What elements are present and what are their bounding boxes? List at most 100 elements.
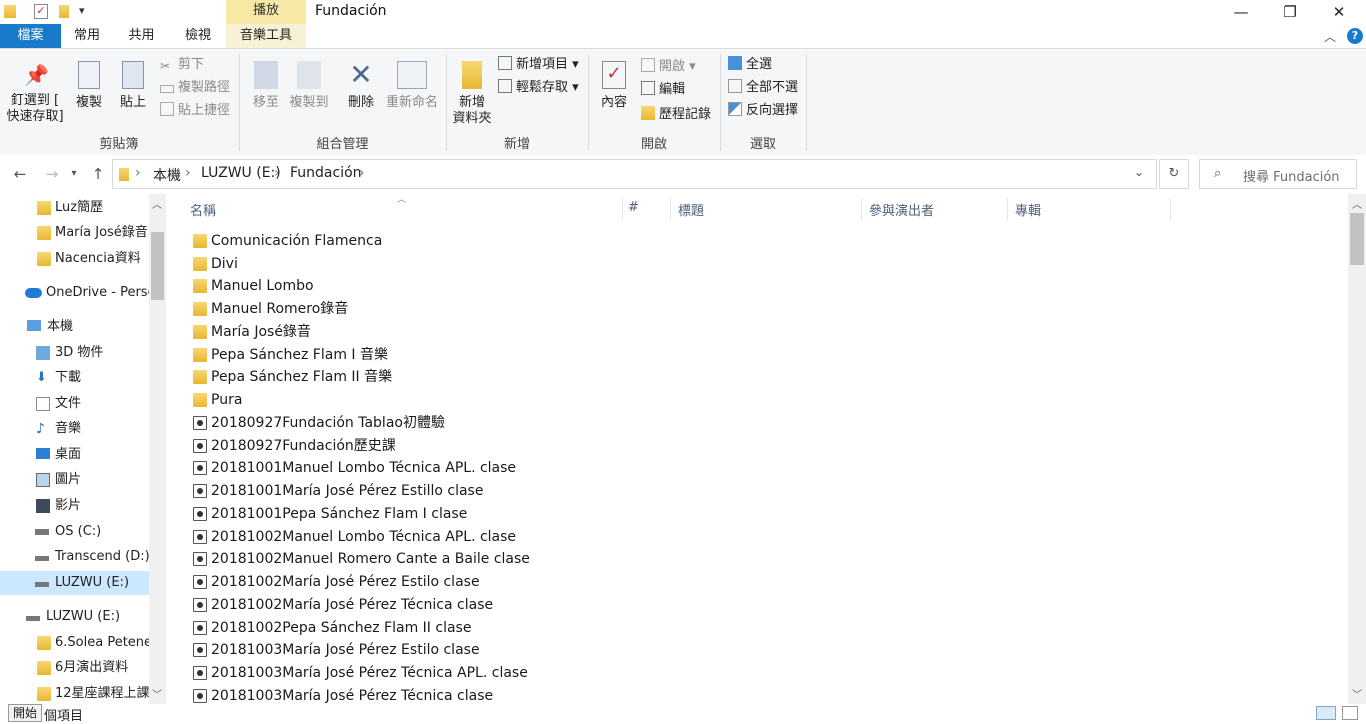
window-title: Fundación [315, 3, 387, 19]
properties-icon: ✓ [602, 61, 626, 89]
nav-item[interactable]: Nacencia資料 [0, 247, 150, 271]
nav-item-this-pc[interactable]: 本機 [0, 315, 150, 339]
nav-item-documents[interactable]: 文件 [0, 392, 150, 416]
collapse-ribbon-icon[interactable]: ︿ [1324, 28, 1336, 45]
nav-item-downloads[interactable]: ⬇ 下載 [0, 366, 150, 390]
nav-item[interactable]: María José錄音 [0, 221, 150, 245]
column-divider[interactable] [861, 198, 862, 220]
column-divider[interactable] [622, 198, 623, 220]
forward-button[interactable]: → [41, 163, 63, 185]
audio-file-icon [193, 416, 207, 430]
back-arrow-icon: ← [13, 165, 27, 183]
file-list-scrollbar[interactable]: ︿ ﹀ [1348, 194, 1366, 704]
nav-item-videos[interactable]: 影片 [0, 494, 150, 518]
nav-item-3d-objects[interactable]: 3D 物件 [0, 341, 150, 365]
recent-locations-button[interactable]: ▾ [67, 163, 81, 185]
column-header-album[interactable]: 專輯 [1015, 200, 1041, 219]
quick-access-dropdown-icon[interactable]: ▾ [79, 4, 85, 17]
edit-button[interactable]: 編輯 [641, 80, 685, 100]
scroll-down-icon[interactable]: ﹀ [152, 686, 162, 701]
column-divider[interactable] [1170, 198, 1171, 220]
new-folder-quick-icon[interactable] [59, 5, 69, 18]
new-item-button[interactable]: 新增項目 ▾ [498, 55, 579, 75]
scroll-up-icon[interactable]: ︿ [1352, 196, 1362, 211]
folder-icon [119, 168, 129, 181]
column-header-number[interactable]: # [628, 200, 639, 215]
folder-icon [193, 393, 207, 407]
tab-file[interactable]: 檔案 [0, 24, 61, 48]
nav-item-music[interactable]: ♪ 音樂 [0, 417, 150, 441]
nav-item-luzwu-e[interactable]: LUZWU (E:) [0, 571, 150, 595]
scroll-up-icon[interactable]: ︿ [152, 196, 162, 211]
up-button[interactable]: ↑ [87, 163, 109, 185]
new-folder-button[interactable]: 新增 資料夾 [450, 61, 494, 127]
easy-access-icon [498, 79, 512, 93]
start-button[interactable]: 開始 [8, 704, 42, 722]
status-bar: 個項目 [0, 704, 1366, 724]
nav-item-transcend-d[interactable]: Transcend (D:) [0, 545, 150, 569]
select-all-button[interactable]: 全選 [728, 55, 772, 75]
search-input[interactable]: ⌕ 搜尋 Fundación [1199, 159, 1357, 189]
copy-button[interactable]: 複製 [72, 61, 106, 111]
column-header-title[interactable]: 標題 [678, 200, 704, 219]
history-button[interactable]: 歷程記錄 [641, 105, 711, 125]
audio-file-icon [193, 552, 207, 566]
back-button[interactable]: ← [9, 163, 31, 185]
open-group-label: 開啟 [640, 137, 667, 152]
item-count-label: 個項目 [44, 709, 84, 724]
audio-file-icon [193, 598, 207, 612]
delete-button[interactable]: ✕ 刪除 [342, 61, 380, 111]
address-field[interactable]: › 本機 › LUZWU (E:) › Fundación › ⌄ [112, 159, 1157, 189]
easy-access-button[interactable]: 輕鬆存取 ▾ [498, 78, 579, 98]
copy-path-button[interactable]: 複製路徑 [160, 78, 230, 98]
nav-item[interactable]: 12星座課程上課 [0, 682, 150, 704]
column-header-artists[interactable]: 參與演出者 [869, 200, 934, 219]
delete-label: 刪除 [347, 95, 374, 110]
nav-item-onedrive[interactable]: OneDrive - Perso [0, 281, 150, 305]
copy-to-button[interactable]: 複製到 [289, 61, 329, 111]
maximize-button[interactable]: ❐ [1267, 0, 1313, 24]
column-header-name[interactable]: 名稱 [190, 200, 216, 219]
invert-selection-button[interactable]: 反向選擇 [728, 101, 798, 121]
pin-quick-access-button[interactable]: 📌 釘選到 [ 快速存取] [4, 63, 66, 125]
move-to-button[interactable]: 移至 [248, 61, 284, 111]
tab-share[interactable]: 共用 [113, 24, 170, 48]
breadcrumb-drive[interactable]: LUZWU (E:) [201, 165, 281, 181]
paste-button[interactable]: 貼上 [116, 61, 150, 111]
close-button[interactable]: ✕ [1316, 0, 1362, 24]
column-divider[interactable] [1007, 198, 1008, 220]
tab-view[interactable]: 檢視 [170, 24, 226, 48]
address-dropdown-icon[interactable]: ⌄ [1134, 165, 1144, 179]
large-icons-view-icon[interactable] [1342, 706, 1358, 720]
tab-music-tools[interactable]: 音樂工具 [226, 24, 306, 48]
edit-icon [641, 81, 655, 95]
help-icon[interactable]: ? [1347, 28, 1363, 44]
nav-item-desktop[interactable]: 桌面 [0, 443, 150, 467]
audio-file-icon [193, 643, 207, 657]
details-view-icon[interactable] [1316, 706, 1336, 720]
refresh-button[interactable]: ↻ [1159, 159, 1189, 189]
properties-button[interactable]: ✓ 內容 [596, 61, 632, 111]
open-button[interactable]: 開啟 ▾ [641, 57, 696, 77]
paste-shortcut-button[interactable]: 貼上捷徑 [160, 101, 230, 121]
nav-item-pictures[interactable]: 圖片 [0, 468, 150, 492]
cut-button[interactable]: ✂ 剪下 [160, 55, 204, 75]
ribbon-tabs: 檔案 常用 共用 檢視 音樂工具 ︿ ? [0, 24, 1366, 48]
minimize-button[interactable]: — [1218, 0, 1264, 24]
column-divider[interactable] [670, 198, 671, 220]
rename-button[interactable]: 重新命名 [384, 61, 440, 111]
nav-item[interactable]: Luz簡歷 [0, 196, 150, 220]
select-none-button[interactable]: 全部不選 [728, 78, 798, 98]
download-icon: ⬇ [36, 370, 47, 385]
nav-scrollbar-thumb[interactable] [151, 232, 164, 300]
nav-item[interactable]: 6.Solea Petener [0, 631, 150, 655]
nav-item-os-c[interactable]: OS (C:) [0, 520, 150, 544]
breadcrumb-this-pc[interactable]: 本機 [153, 165, 181, 185]
nav-item-luzwu-e-root[interactable]: LUZWU (E:) [0, 605, 150, 629]
breadcrumb-folder[interactable]: Fundación [290, 165, 362, 181]
file-list-scrollbar-thumb[interactable] [1350, 213, 1364, 265]
scroll-down-icon[interactable]: ﹀ [1352, 686, 1362, 701]
nav-item[interactable]: 6月演出資料 [0, 656, 150, 680]
tab-home[interactable]: 常用 [61, 24, 113, 48]
properties-quick-icon[interactable]: ✓ [34, 4, 48, 19]
